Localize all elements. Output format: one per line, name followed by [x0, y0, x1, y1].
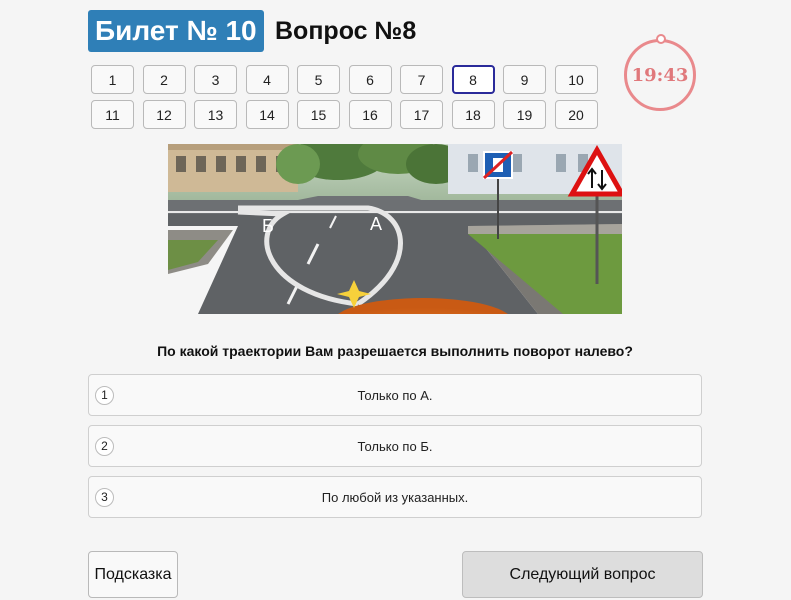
trajectory-b-label: Б: [262, 216, 274, 236]
question-navigation: 1 2 3 4 5 6 7 8 9 10 11 12 13 14 15 16 1…: [91, 65, 601, 129]
answer-text: По любой из указанных.: [321, 490, 469, 505]
question-nav-7[interactable]: 7: [400, 65, 443, 94]
question-nav-3[interactable]: 3: [194, 65, 237, 94]
hint-button[interactable]: Подсказка: [88, 551, 178, 598]
question-nav-5[interactable]: 5: [297, 65, 340, 94]
question-title: Вопрос №8: [275, 17, 417, 45]
question-nav-13[interactable]: 13: [194, 100, 237, 129]
question-nav-2[interactable]: 2: [142, 65, 186, 94]
question-text: По какой траектории Вам разрешается выпо…: [157, 343, 633, 359]
answer-text: Только по А.: [357, 388, 433, 403]
question-nav-10[interactable]: 10: [554, 65, 598, 94]
question-nav-18[interactable]: 18: [451, 100, 495, 129]
question-nav-15[interactable]: 15: [297, 100, 340, 129]
question-nav-20[interactable]: 20: [554, 100, 598, 129]
timer-value: 19:43: [631, 65, 689, 86]
answer-list: 1 Только по А. 2 Только по Б. 3 По любой…: [88, 374, 702, 527]
answer-option-1[interactable]: 1 Только по А.: [88, 374, 702, 416]
answer-option-3[interactable]: 3 По любой из указанных.: [88, 476, 702, 518]
question-nav-4[interactable]: 4: [245, 65, 289, 94]
question-nav-11[interactable]: 11: [91, 100, 134, 129]
timer-knob-icon: [656, 34, 666, 44]
question-nav-9[interactable]: 9: [503, 65, 546, 94]
ticket-badge: Билет № 10: [88, 10, 264, 52]
next-question-button[interactable]: Следующий вопрос: [462, 551, 703, 598]
road-scene-illustration: Б А: [168, 144, 622, 314]
answer-option-2[interactable]: 2 Только по Б.: [88, 425, 702, 467]
countdown-timer: 19:43: [624, 34, 696, 111]
question-nav-8[interactable]: 8: [451, 65, 495, 94]
question-nav-14[interactable]: 14: [245, 100, 289, 129]
question-nav-12[interactable]: 12: [142, 100, 186, 129]
question-nav-6[interactable]: 6: [348, 65, 392, 94]
question-nav-1[interactable]: 1: [91, 65, 134, 94]
road-situation-image: Б А: [168, 144, 622, 314]
question-nav-17[interactable]: 17: [400, 100, 443, 129]
answer-text: Только по Б.: [357, 439, 433, 454]
question-nav-16[interactable]: 16: [348, 100, 392, 129]
trajectory-a-label: А: [370, 214, 382, 234]
question-nav-19[interactable]: 19: [503, 100, 546, 129]
